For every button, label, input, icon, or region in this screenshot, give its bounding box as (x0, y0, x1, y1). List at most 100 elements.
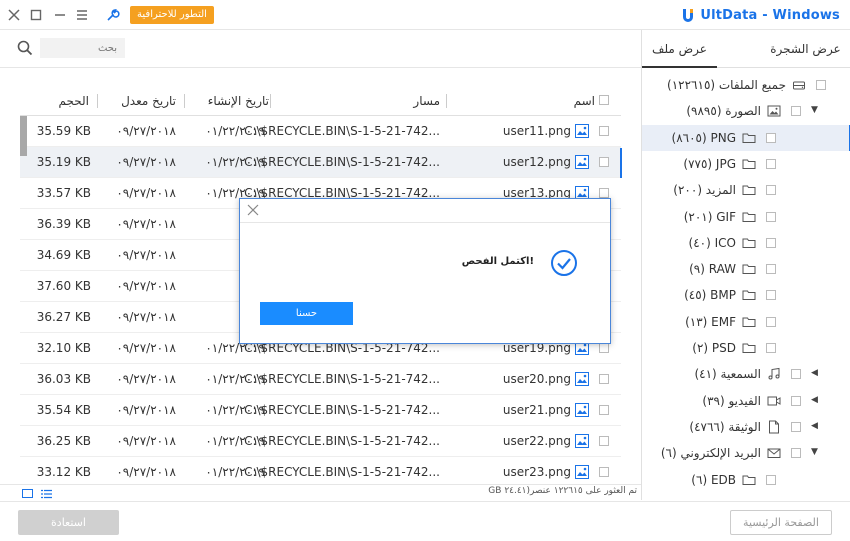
row-checkbox[interactable] (599, 126, 609, 136)
tab-tree-view[interactable]: عرض الشجرة (760, 30, 850, 68)
tree-item[interactable]: BMP (٤٥) (642, 282, 850, 308)
tree-checkbox[interactable] (766, 237, 776, 248)
row-checkbox[interactable] (599, 436, 609, 446)
tree-item-label: PSD (٢) (692, 341, 736, 355)
table-row[interactable]: user21.png C:\$RECYCLE.BIN\S-1-5-21-742..… (20, 395, 621, 426)
scan-complete-dialog: اكتمل الفحص! حسنا (239, 198, 611, 344)
row-checkbox[interactable] (599, 157, 609, 167)
tree-checkbox[interactable] (791, 421, 801, 432)
search-input[interactable] (40, 38, 125, 58)
table-row[interactable]: user22.png C:\$RECYCLE.BIN\S-1-5-21-742..… (20, 426, 621, 457)
tree-checkbox[interactable] (766, 316, 776, 327)
tree-item[interactable]: GIF (٢٠١) (642, 204, 850, 230)
column-created[interactable]: تاريخ الإنشاء (208, 84, 269, 118)
search-icon[interactable] (16, 39, 34, 57)
column-separator[interactable] (446, 94, 447, 108)
row-checkbox[interactable] (599, 343, 609, 353)
tree-item[interactable]: PNG (٨٦٠٥) (642, 124, 850, 151)
column-separator[interactable] (97, 94, 98, 108)
cell-modified: ٠٩/٢٧/٢٠١٨ (116, 124, 176, 138)
chevron-left-icon[interactable]: ◀ (811, 368, 818, 378)
row-checkbox[interactable] (599, 467, 609, 477)
tree-item[interactable]: EDB (٦) (642, 467, 850, 493)
cell-modified: ٠٩/٢٧/٢٠١٨ (116, 465, 176, 479)
cell-size: 34.69 KB (36, 248, 91, 262)
tree-item[interactable]: RAW (٩) (642, 256, 850, 282)
row-checkbox[interactable] (599, 188, 609, 198)
column-size[interactable]: الحجم (59, 84, 89, 118)
table-row[interactable]: user20.png C:\$RECYCLE.BIN\S-1-5-21-742..… (20, 364, 621, 395)
tree-checkbox[interactable] (791, 448, 801, 459)
tree-item[interactable]: ▼جميع الملفات (١٢٢٦١٥) (642, 72, 850, 98)
chevron-left-icon[interactable]: ◀ (811, 421, 818, 431)
tree-checkbox[interactable] (791, 369, 801, 380)
tree-item-label: Web File (711, 493, 761, 500)
tree-item-label: الوثيقة (٤٧٦٦) (689, 419, 761, 434)
document-icon (767, 420, 781, 434)
tree-checkbox[interactable] (766, 290, 776, 301)
row-checkbox[interactable] (599, 374, 609, 384)
tree-item[interactable]: ▼ البريد الإلكتروني (٦) (642, 440, 850, 466)
tree-checkbox[interactable] (766, 264, 776, 275)
cell-name: user12.png (502, 155, 571, 169)
tree-item[interactable]: ◀ الفيديو (٣٩) (642, 388, 850, 414)
tree-item-label: ICO (٤٠) (688, 235, 736, 250)
chevron-down-icon[interactable]: ▼ (811, 105, 818, 115)
tree-checkbox[interactable] (766, 343, 776, 353)
minimize-icon[interactable] (52, 7, 68, 23)
select-all-checkbox[interactable] (599, 95, 609, 105)
restore-button[interactable]: استعادة (18, 510, 119, 535)
tree-checkbox[interactable] (791, 395, 801, 406)
folder-icon (742, 183, 756, 197)
folder-icon (742, 236, 756, 250)
tree-checkbox[interactable] (766, 132, 776, 143)
column-path[interactable]: مسار (413, 84, 440, 118)
tree-checkbox[interactable] (766, 158, 776, 169)
row-checkbox[interactable] (599, 405, 609, 415)
column-separator[interactable] (184, 94, 185, 108)
cell-created: ٠١/٢٢/٢٠١٩ (205, 403, 265, 417)
table-scrollbar[interactable] (20, 116, 27, 156)
maximize-icon[interactable] (28, 7, 44, 23)
tree-checkbox[interactable] (816, 80, 826, 90)
table-row[interactable]: user11.png C:\$RECYCLE.BIN\S-1-5-21-742..… (20, 116, 621, 147)
drive-icon (792, 78, 806, 92)
ok-button[interactable]: حسنا (260, 302, 353, 325)
cell-path: C:\$RECYCLE.BIN\S-1-5-21-742... (244, 124, 440, 138)
table-row[interactable]: user12.png C:\$RECYCLE.BIN\S-1-5-21-742..… (20, 147, 621, 178)
close-icon[interactable] (247, 204, 259, 216)
table-row[interactable]: user23.png C:\$RECYCLE.BIN\S-1-5-21-742..… (20, 457, 621, 484)
cell-size: 36.03 KB (36, 372, 91, 386)
tree-item[interactable]: المزيد (٢٠٠) (642, 177, 850, 203)
tree-checkbox[interactable] (766, 474, 776, 485)
tree-item-label: BMP (٤٥) (684, 288, 736, 303)
folder-icon (742, 262, 756, 276)
cell-size: 36.25 KB (36, 434, 91, 448)
tab-file-view[interactable]: عرض ملف (642, 30, 717, 68)
tree-item[interactable]: ◀ السمعية (٤١) (642, 361, 850, 387)
thumbnail-view-icon[interactable] (22, 488, 33, 498)
column-modified[interactable]: تاريخ معدل (121, 84, 176, 118)
chevron-down-icon[interactable]: ▼ (811, 447, 818, 457)
close-icon[interactable] (6, 7, 22, 23)
tree-item[interactable]: EMF (١٣) (642, 309, 850, 335)
tree-item-label: البريد الإلكتروني (٦) (660, 446, 761, 461)
tree-item-label: الفيديو (٣٩) (702, 393, 761, 408)
column-name[interactable]: اسم (574, 84, 595, 118)
tree-item[interactable]: ◀ الوثيقة (٤٧٦٦) (642, 414, 850, 440)
tree-item[interactable]: PSD (٢) (642, 335, 850, 361)
list-view-icon[interactable] (41, 488, 52, 499)
home-button[interactable]: الصفحة الرئيسية (730, 510, 832, 535)
tree-item[interactable]: JPG (٧٧٥) (642, 151, 850, 177)
tree-checkbox[interactable] (791, 106, 801, 117)
upgrade-pro-button[interactable]: التطور للاحترافية (130, 6, 214, 24)
tree-item[interactable]: ◀Web File (642, 493, 850, 500)
chevron-left-icon[interactable]: ◀ (811, 395, 818, 405)
tree-item[interactable]: ▼ الصورة (٩٨٩٥) (642, 98, 850, 124)
tree-item[interactable]: ICO (٤٠) (642, 230, 850, 256)
column-separator[interactable] (270, 94, 271, 108)
menu-icon[interactable] (74, 7, 90, 23)
wrench-icon[interactable] (104, 7, 120, 23)
tree-checkbox[interactable] (766, 211, 776, 222)
tree-checkbox[interactable] (766, 185, 776, 196)
